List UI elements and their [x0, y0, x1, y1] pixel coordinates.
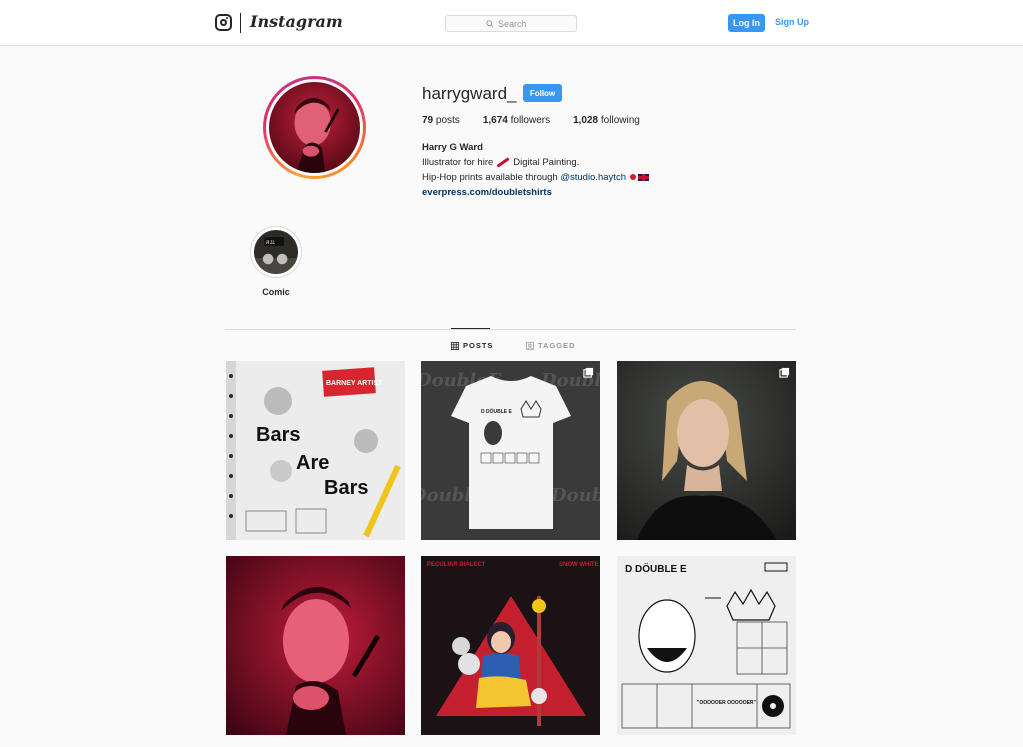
profile-username: harrygward_ [422, 84, 517, 103]
post-title-line: Are [296, 452, 329, 474]
search-icon [486, 19, 494, 28]
bio-line-1: Illustrator for hire Digital Painting. [422, 157, 580, 168]
post-tile[interactable]: DoubleE DoubleE DoubleE DoubleE D DÖUBLE… [421, 361, 600, 540]
profile-avatar[interactable] [263, 76, 366, 179]
post-tile[interactable] [617, 361, 796, 540]
posts-count: 79 [422, 115, 434, 126]
post-tile[interactable] [226, 556, 405, 735]
posts-stat: 79 posts [422, 115, 460, 126]
multiple-posts-icon [779, 367, 790, 378]
tab-posts[interactable]: POSTS [451, 341, 493, 350]
followers-count: 1,674 [482, 115, 508, 126]
followers-stat[interactable]: 1,674 followers [483, 115, 550, 126]
post-title: D DÖUBLE E [625, 562, 687, 575]
logo-divider [240, 13, 241, 33]
highlight-image: ʀɪʟ [254, 230, 298, 274]
tab-posts-label: POSTS [463, 341, 494, 350]
studio-mention-link[interactable]: @studio.haytch [560, 172, 626, 183]
post-corner-text: SNOW WHITE [559, 562, 599, 568]
post-tile[interactable]: PECULIAR DIALECT SNOW WHITE [421, 556, 600, 735]
post-tile[interactable]: D DÖUBLE E "OOOOOER OOOOOER" [617, 556, 796, 735]
post-image: D DÖUBLE E "OOOOOER OOOOOER" [617, 556, 796, 735]
following-stat[interactable]: 1,028 following [573, 115, 640, 126]
paintbrush-emoji-icon [496, 157, 510, 168]
post-image [617, 361, 796, 540]
tabs-divider [225, 329, 796, 330]
post-image: BARNEY ARTIST Bars Are Bars [226, 361, 405, 540]
svg-text:ʀɪʟ: ʀɪʟ [265, 239, 275, 246]
post-tile[interactable]: BARNEY ARTIST Bars Are Bars [226, 361, 405, 540]
profile-bio: Harry G Ward Illustrator for hire Digital… [422, 140, 722, 200]
highlight-label: Comic [262, 287, 290, 297]
tagged-person-icon [526, 341, 534, 350]
post-title-line: Bars [256, 424, 300, 446]
instagram-camera-icon[interactable] [215, 14, 232, 31]
post-corner-text: PECULIAR DIALECT [427, 562, 486, 568]
post-shirt-text: D DÖUBLE E [481, 408, 513, 415]
tab-tagged[interactable]: TAGGED [526, 341, 576, 350]
tab-tagged-label: TAGGED [538, 341, 576, 350]
posts-label: posts [435, 115, 460, 126]
top-nav: Instagram Log In Sign Up [0, 0, 1023, 46]
post-image [226, 556, 405, 735]
following-count: 1,028 [573, 115, 599, 126]
follow-button[interactable]: Follow [523, 84, 562, 102]
sign-up-link[interactable]: Sign Up [775, 17, 809, 27]
website-link[interactable]: everpress.com/doubletshirts [422, 185, 722, 200]
following-label: following [600, 115, 640, 126]
profile-full-name: Harry G Ward [422, 142, 483, 153]
profile-stats: 79 posts 1,674 followers 1,028 following [422, 115, 663, 126]
post-badge-text: BARNEY ARTIST [326, 380, 383, 387]
post-title-line: Bars [324, 477, 368, 499]
grid-icon [451, 341, 459, 350]
followers-label: followers [510, 115, 551, 126]
bio-line-2: Hip-Hop prints available through @studio… [422, 170, 722, 185]
post-bg-text: DoubleE [550, 485, 600, 506]
uk-flag-icon [637, 173, 649, 181]
post-image: DoubleE DoubleE DoubleE DoubleE D DÖUBLE… [421, 361, 600, 540]
search-box[interactable] [445, 15, 577, 32]
multiple-posts-icon [583, 367, 594, 378]
instagram-wordmark[interactable]: Instagram [250, 12, 343, 31]
pin-emoji-icon [629, 174, 636, 181]
post-image: PECULIAR DIALECT SNOW WHITE [421, 556, 600, 735]
post-quote: "OOOOOER OOOOOER" [697, 700, 757, 706]
avatar-image [269, 82, 360, 173]
log-in-button[interactable]: Log In [728, 14, 765, 32]
highlight-comic[interactable]: ʀɪʟ [250, 226, 302, 278]
active-tab-indicator [451, 328, 490, 329]
search-input[interactable] [498, 18, 536, 29]
